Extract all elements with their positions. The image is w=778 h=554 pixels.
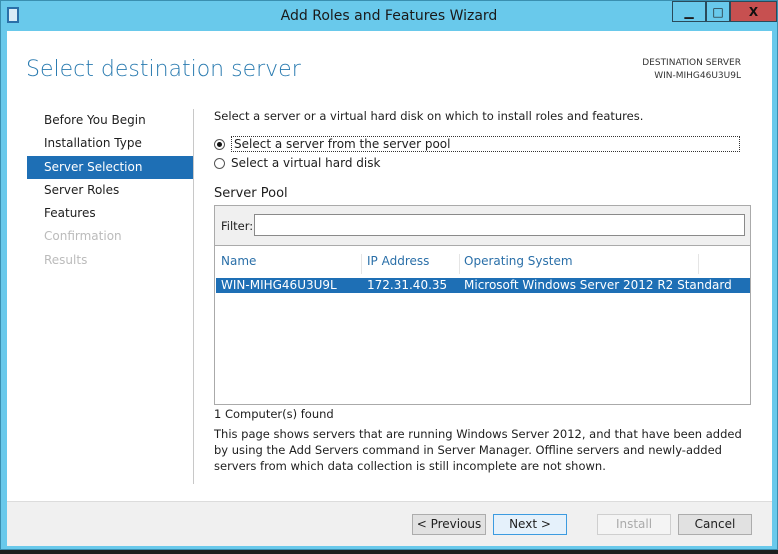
content-area: Select destination server DESTINATION SE… [7,31,772,501]
filter-label: Filter: [221,219,254,233]
cancel-button[interactable]: Cancel [678,514,752,535]
filter-input[interactable] [254,214,745,236]
radio-vhd[interactable]: Select a virtual hard disk [214,156,380,170]
destination-server: DESTINATION SERVER WIN-MIHG46U3U9L [642,57,741,83]
nav-features[interactable]: Features [27,202,193,225]
column-name[interactable]: Name [221,254,362,274]
server-table: Name IP Address Operating System WIN-MIH… [214,245,751,405]
destination-value: WIN-MIHG46U3U9L [654,71,741,81]
destination-label: DESTINATION SERVER [642,58,741,68]
wizard-window: Add Roles and Features Wizard ▁ □ X Sele… [0,0,778,550]
nav-results: Results [44,252,88,267]
nav-installation-type[interactable]: Installation Type [27,132,193,155]
description-text: This page shows servers that are running… [214,427,742,473]
found-count: 1 Computer(s) found [214,407,334,421]
cell-os: Microsoft Windows Server 2012 R2 Standar… [464,278,732,292]
wizard-nav: Before You Begin Installation Type Serve… [27,109,193,272]
nav-confirmation: Confirmation [44,229,122,244]
close-button[interactable]: X [730,1,777,22]
window-title: Add Roles and Features Wizard [280,8,498,24]
radio-server-pool[interactable]: Select a server from the server pool [214,136,740,152]
table-row[interactable]: WIN-MIHG46U3U9L 172.31.40.35 Microsoft W… [216,278,750,293]
divider [193,109,194,484]
cell-name: WIN-MIHG46U3U9L [221,278,337,292]
page-title: Select destination server [26,57,301,82]
nav-server-roles[interactable]: Server Roles [27,179,193,202]
radio-vhd-label: Select a virtual hard disk [231,156,381,170]
column-ip[interactable]: IP Address [367,254,460,274]
install-button: Install [597,514,671,535]
intro-text: Select a server or a virtual hard disk o… [214,109,644,123]
radio-selected-icon [214,138,225,150]
title-bar[interactable]: Add Roles and Features Wizard ▁ □ X [1,1,777,31]
radio-unselected-icon [214,157,225,169]
table-header: Name IP Address Operating System [215,246,750,282]
server-pool-title: Server Pool [214,186,288,201]
radio-server-pool-label: Select a server from the server pool [231,136,740,152]
column-os[interactable]: Operating System [464,254,699,274]
maximize-button[interactable]: □ [706,1,730,22]
filter-bar: Filter: [214,205,751,245]
minimize-button[interactable]: ▁ [672,1,706,22]
nav-before-you-begin[interactable]: Before You Begin [27,109,193,132]
previous-button[interactable]: < Previous [412,514,486,535]
cell-ip: 172.31.40.35 [367,278,448,292]
nav-server-selection[interactable]: Server Selection [27,155,193,179]
next-button[interactable]: Next > [493,514,567,535]
